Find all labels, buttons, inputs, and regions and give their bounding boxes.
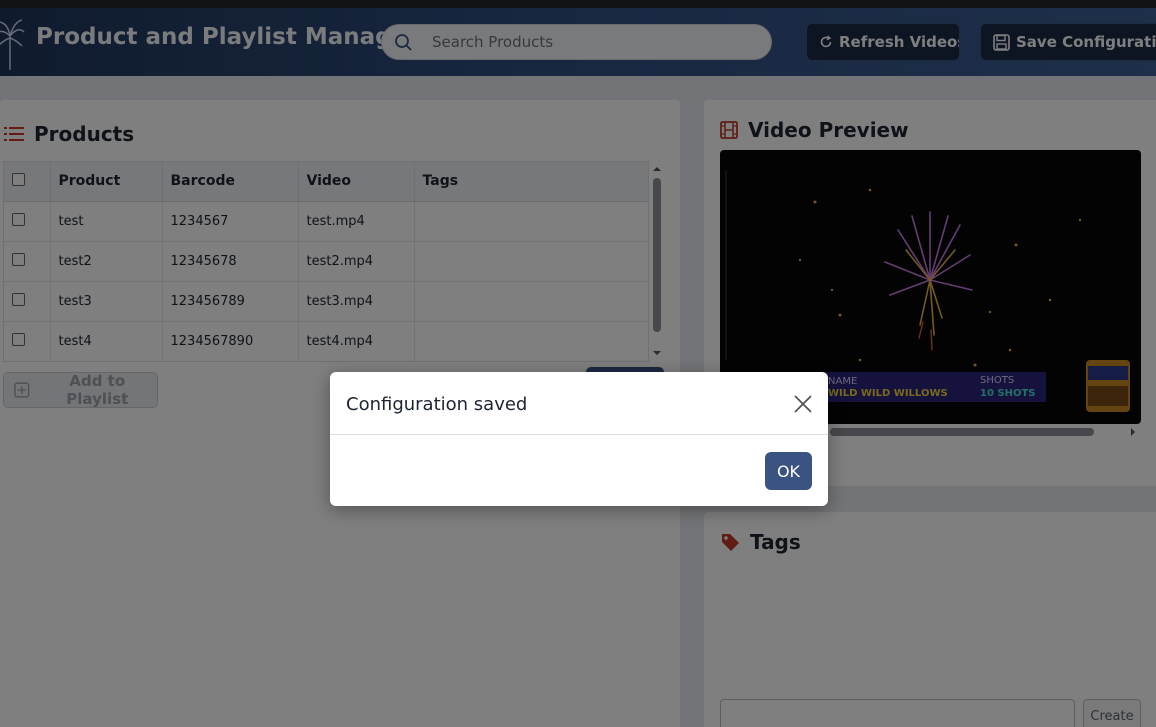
dialog-title: Configuration saved <box>346 394 528 415</box>
dialog-divider <box>330 434 828 435</box>
ok-button[interactable]: OK <box>765 452 812 490</box>
configuration-saved-dialog: Configuration saved OK <box>330 372 828 506</box>
modal-backdrop[interactable] <box>0 0 1156 727</box>
close-icon <box>794 395 812 413</box>
dialog-close-button[interactable] <box>792 393 814 415</box>
